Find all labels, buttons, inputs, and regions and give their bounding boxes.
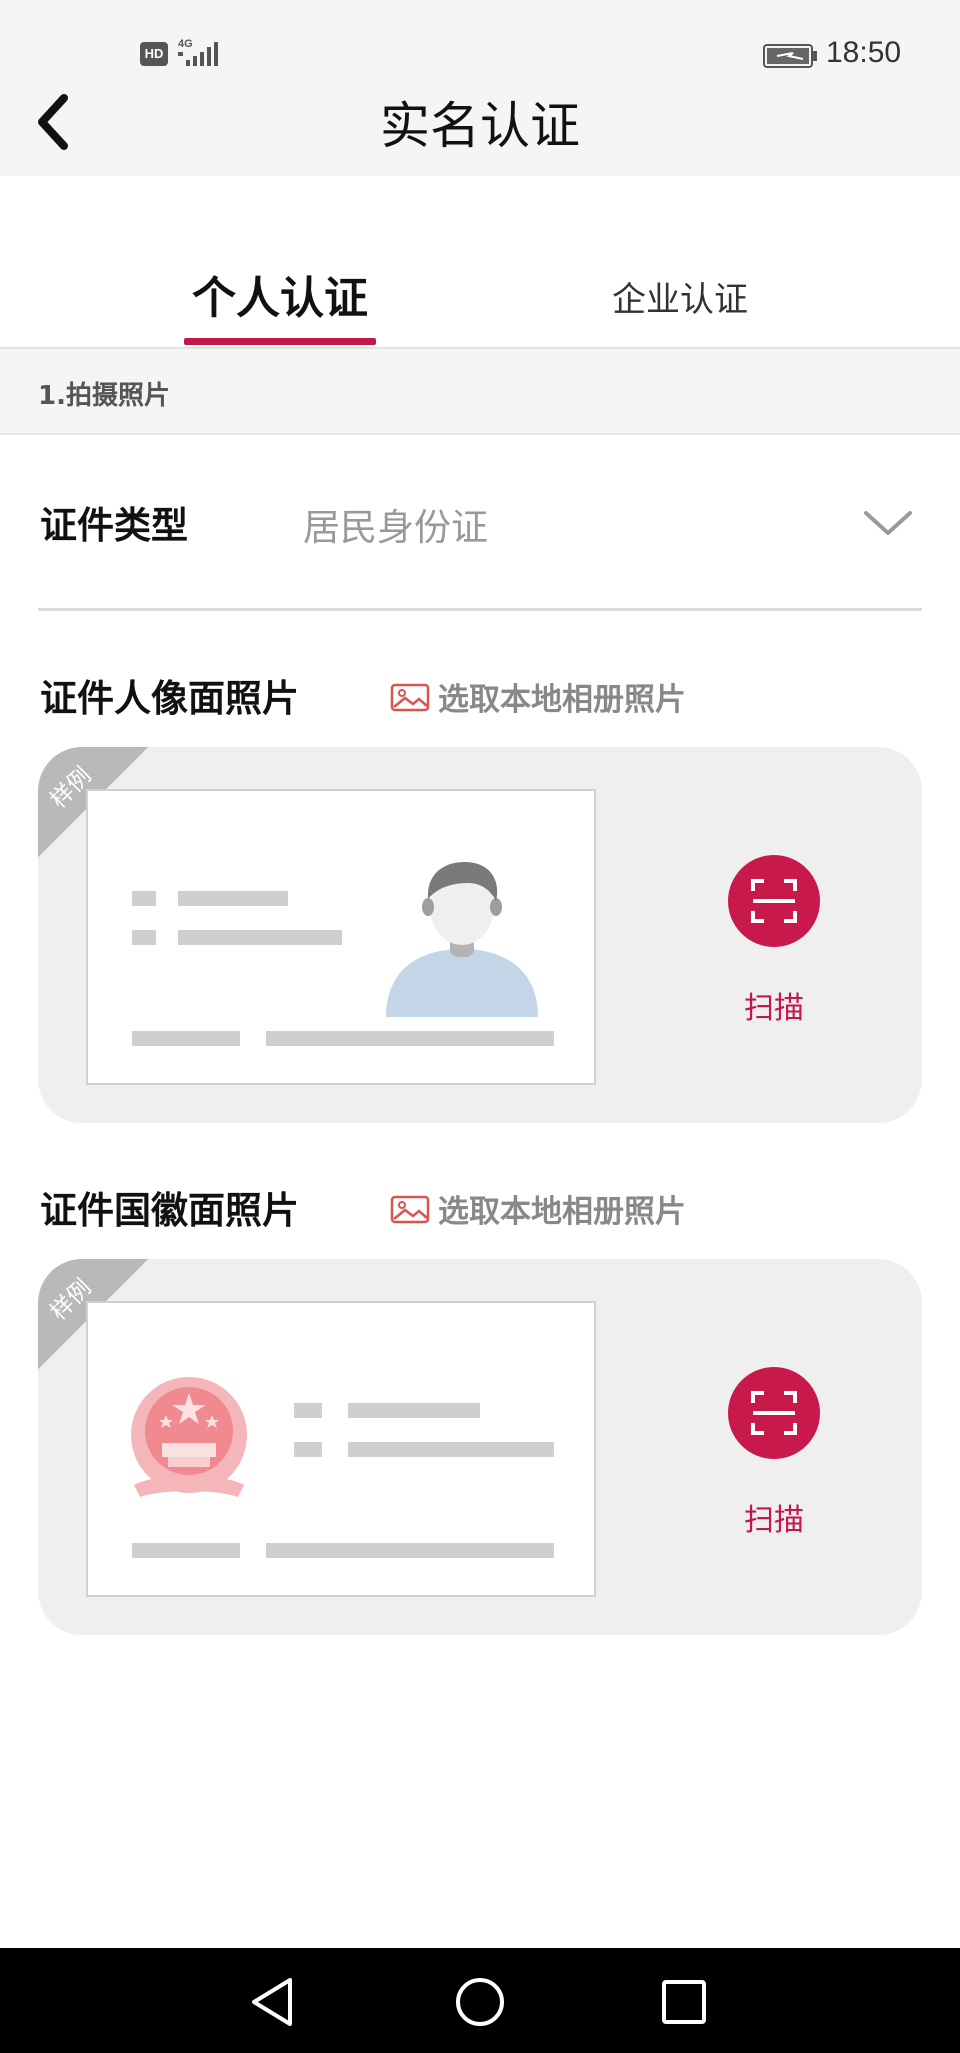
system-nav-bar <box>0 1948 960 2053</box>
emblem-album-link[interactable]: 选取本地相册照片 <box>390 1186 686 1231</box>
id-portrait-sample-image <box>86 789 596 1085</box>
portrait-sample-card: 样例 扫描 <box>38 747 922 1123</box>
tab-company[interactable]: 企业认证 <box>580 272 780 321</box>
id-type-label: 证件类型 <box>40 504 188 547</box>
hd-indicator: HD <box>140 42 168 66</box>
national-emblem-icon <box>131 1377 247 1497</box>
emblem-sample-card: 样例 扫描 <box>38 1259 922 1635</box>
active-tab-indicator <box>184 338 376 345</box>
section-heading-text: 1.拍摄照片 <box>38 381 170 411</box>
picture-icon <box>390 1195 430 1223</box>
emblem-album-link-text: 选取本地相册照片 <box>438 1194 686 1230</box>
chevron-down-icon <box>864 511 912 535</box>
battery-icon <box>763 44 817 68</box>
nav-home-icon[interactable] <box>448 1970 512 2034</box>
portrait-album-link-text: 选取本地相册照片 <box>438 682 686 718</box>
id-type-value: 居民身份证 <box>303 506 488 549</box>
status-bar: HD 4G 18:50 <box>0 0 960 80</box>
nav-recents-icon[interactable] <box>652 1970 716 2034</box>
scan-icon <box>751 879 797 923</box>
section-heading: 1.拍摄照片 <box>0 349 960 435</box>
signal-icon: 4G <box>178 38 218 66</box>
tab-personal[interactable]: 个人认证 <box>185 262 375 326</box>
emblem-side-title: 证件国徽面照片 <box>40 1189 299 1232</box>
portrait-scan-label[interactable]: 扫描 <box>728 983 820 1027</box>
emblem-scan-label[interactable]: 扫描 <box>728 1495 820 1539</box>
nav-back-icon[interactable] <box>242 1970 306 2034</box>
id-type-select[interactable]: 证件类型 居民身份证 <box>0 435 960 611</box>
portrait-album-link[interactable]: 选取本地相册照片 <box>390 674 686 719</box>
scan-icon <box>751 1391 797 1435</box>
clock: 18:50 <box>826 36 902 69</box>
portrait-side-title: 证件人像面照片 <box>40 677 299 720</box>
id-emblem-sample-image <box>86 1301 596 1597</box>
portrait-scan-button[interactable] <box>728 855 820 947</box>
avatar-icon <box>386 862 538 1017</box>
emblem-scan-button[interactable] <box>728 1367 820 1459</box>
page-title: 实名认证 <box>380 97 580 155</box>
navbar: 实名认证 <box>0 80 960 176</box>
picture-icon <box>390 683 430 711</box>
tab-bar: 个人认证 企业认证 <box>0 176 960 349</box>
network-type: 4G <box>178 38 193 50</box>
divider <box>38 608 922 611</box>
